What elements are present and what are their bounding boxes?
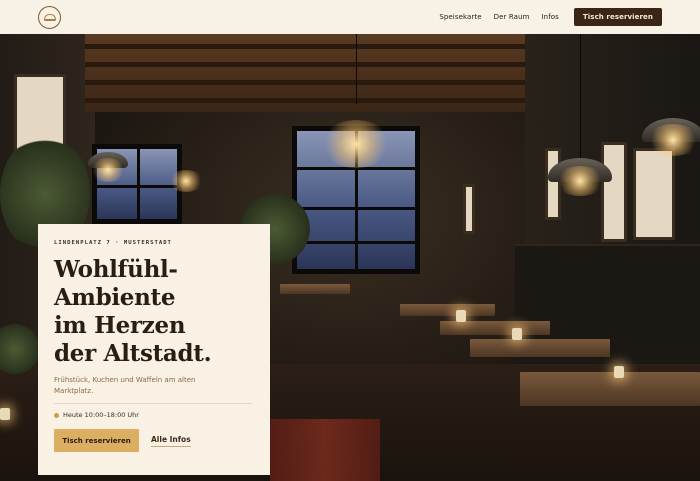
cafe-table (280, 284, 350, 294)
chandelier (320, 120, 392, 168)
hero-info-card: LINDENPLATZ 7 · MUSTERSTADT Wohlfühl- Am… (38, 224, 270, 475)
ceiling-beam (85, 80, 555, 85)
nav-infos[interactable]: Infos (542, 13, 559, 21)
ceiling-beam (85, 98, 555, 103)
opening-hours: Heute 10:00–18:00 Uhr (54, 411, 254, 419)
cafe-table (470, 339, 610, 357)
divider (54, 403, 252, 404)
header-reserve-button[interactable]: Tisch reservieren (573, 8, 662, 26)
candle (614, 366, 624, 378)
nav-der-raum[interactable]: Der Raum (494, 13, 530, 21)
wall-picture (463, 184, 475, 234)
headline-line: im Herzen (54, 312, 186, 339)
red-rug (270, 419, 380, 481)
cafe-table (400, 304, 495, 316)
site-header: Speisekarte Der Raum Infos Tisch reservi… (0, 0, 700, 34)
hours-text: Heute 10:00–18:00 Uhr (63, 411, 139, 419)
candle (456, 310, 466, 322)
candle (0, 408, 10, 420)
reserve-table-button[interactable]: Tisch reservieren (54, 429, 139, 452)
hero-headline: Wohlfühl- Ambiente im Herzen der Altstad… (54, 256, 254, 368)
all-infos-link[interactable]: Alle Infos (151, 435, 191, 447)
hero-subline: Frühstück, Kuchen und Waffeln am alten M… (54, 376, 196, 395)
open-status-dot-icon (54, 412, 59, 418)
cafe-table (440, 321, 550, 335)
candle (512, 328, 522, 340)
headline-line: der Altstadt. (54, 340, 212, 367)
wall-picture (601, 142, 627, 242)
address-eyebrow: LINDENPLATZ 7 · MUSTERSTADT (54, 240, 172, 246)
wall-picture (633, 148, 675, 240)
headline-line: Wohlfühl- (54, 256, 178, 283)
hero-actions: Tisch reservieren Alle Infos (54, 429, 254, 452)
headline-line: Ambiente (54, 284, 176, 311)
nav-speisekarte[interactable]: Speisekarte (439, 13, 481, 21)
coffee-cup-logo-icon[interactable] (38, 5, 61, 29)
ceiling-beam (85, 44, 555, 49)
ceiling-beam (85, 62, 555, 67)
logo-cup-shape (43, 13, 56, 21)
cafe-table (520, 372, 700, 406)
main-nav: Speisekarte Der Raum Infos Tisch reservi… (427, 8, 662, 26)
